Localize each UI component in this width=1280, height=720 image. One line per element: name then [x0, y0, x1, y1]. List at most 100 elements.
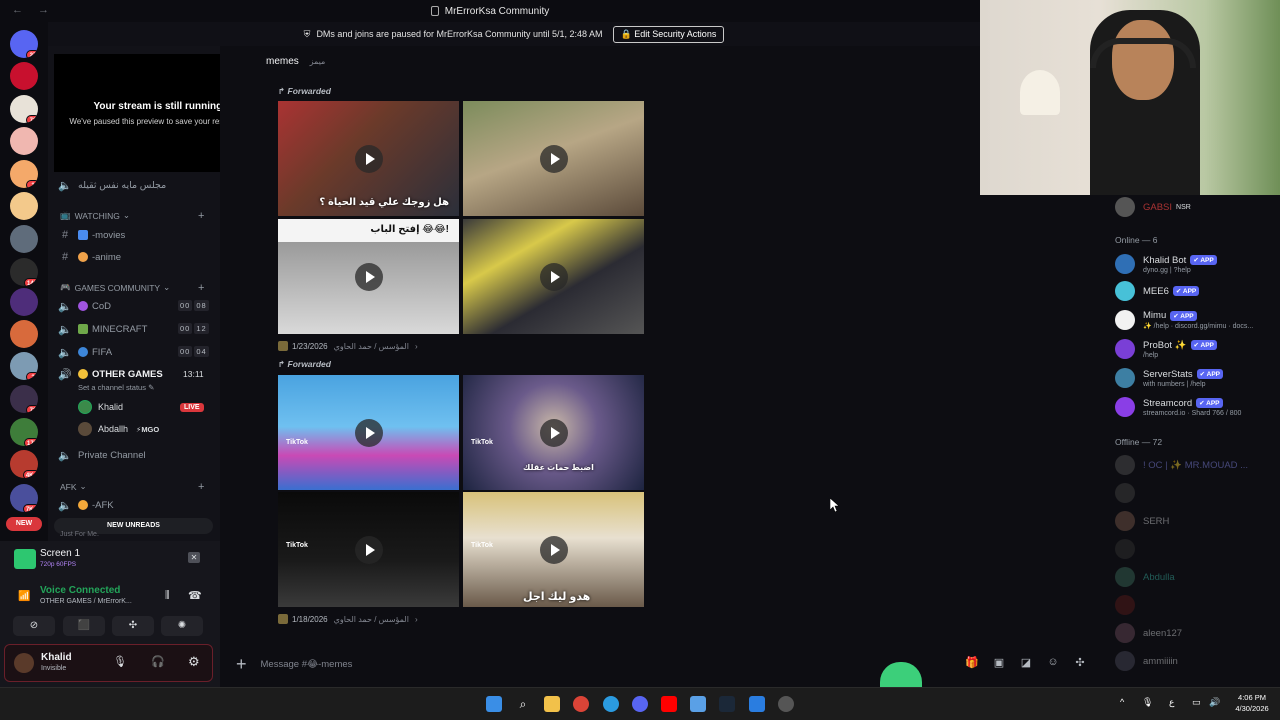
add-channel-icon[interactable]: + — [198, 481, 204, 493]
user-name[interactable]: Khalid — [41, 652, 72, 663]
video-attachment[interactable] — [463, 101, 644, 216]
nav-arrows-icon[interactable]: ← → — [12, 4, 55, 16]
microphone-icon[interactable]: 🎙 — [113, 655, 127, 668]
chrome-icon[interactable] — [573, 696, 589, 712]
member-offline[interactable]: aleen127 — [1115, 619, 1182, 647]
message-source[interactable]: المؤسس / حمد الحاوي — [334, 342, 409, 351]
member-online[interactable]: Khalid Bot ✔ APP dyno.gg | ?help — [1115, 250, 1217, 278]
activities-icon[interactable]: ✣ — [112, 616, 154, 636]
discord-home-icon[interactable]: 27 — [10, 30, 38, 58]
tray-mic-icon[interactable]: 🎙 — [1142, 697, 1153, 708]
discord-icon[interactable] — [632, 696, 648, 712]
text-channel-anime[interactable]: # -anime — [58, 248, 121, 266]
member-offline[interactable]: ammiiiin — [1115, 647, 1178, 675]
start-windows-icon[interactable] — [486, 696, 502, 712]
app-icon[interactable] — [749, 696, 765, 712]
voice-channel-majlis[interactable]: 🔈 مجلس مايه نفس ثقيله — [58, 176, 166, 194]
disconnect-icon[interactable]: ☎ — [188, 589, 202, 602]
play-icon[interactable] — [539, 418, 568, 447]
nba-server-icon[interactable] — [10, 62, 38, 90]
network-icon[interactable]: ▭ — [1192, 697, 1201, 708]
youtube-icon[interactable] — [661, 696, 677, 712]
category-games-community[interactable]: 🎮 GAMES COMMUNITY ⌄ + — [60, 282, 204, 294]
search-icon[interactable]: ⌕ — [515, 696, 531, 712]
play-icon[interactable] — [354, 262, 383, 291]
screen-share-toggle-icon[interactable]: ⬛ — [63, 616, 105, 636]
play-icon[interactable] — [539, 262, 568, 291]
voice-channel-name[interactable]: OTHER GAMES / MrErrorK... — [40, 598, 132, 605]
set-channel-status[interactable]: Set a channel status ✎ — [78, 383, 154, 392]
voice-channel-afk[interactable]: 🔈 -AFK — [58, 496, 114, 514]
category-watching[interactable]: 📺 WATCHING ⌄ + — [60, 210, 204, 222]
server-icon[interactable]: 73 — [10, 385, 38, 413]
member-online[interactable]: ServerStats ✔ APP with numbers | /help — [1115, 364, 1224, 392]
gift-icon[interactable]: 🎁 — [965, 656, 979, 670]
server-icon[interactable] — [10, 192, 38, 220]
message-source[interactable]: المؤسس / حمد الحاوي — [334, 615, 409, 624]
message-input[interactable]: Message #😂-memes — [261, 659, 353, 670]
video-attachment[interactable]: TikTok — [278, 375, 459, 490]
voice-user-abdallh[interactable]: Abdallh ⚡MGO — [78, 420, 159, 438]
voice-status[interactable]: Voice Connected — [40, 585, 120, 596]
play-icon[interactable] — [354, 535, 383, 564]
server-icon[interactable] — [10, 225, 38, 253]
video-attachment[interactable]: إفتح الباب 😂😂! — [278, 219, 459, 334]
member-offline[interactable]: ! OC | ✨ MR.MOUAD ... — [1115, 451, 1248, 479]
voice-channel-fifa[interactable]: 🔈 FIFA — [58, 343, 112, 361]
server-icon[interactable]: 7K+ — [10, 484, 38, 512]
video-attachment[interactable]: هل زوجك علي قيد الحياة ؟ — [278, 101, 459, 216]
tray-chevron-up-icon[interactable]: ^ — [1120, 697, 1124, 707]
steam-icon[interactable] — [719, 696, 735, 712]
language-indicator[interactable]: ع — [1169, 697, 1174, 708]
file-explorer-icon[interactable] — [544, 696, 560, 712]
video-attachment[interactable] — [463, 219, 644, 334]
play-icon[interactable] — [354, 418, 383, 447]
system-clock[interactable]: 4:06 PM 4/30/2026 — [1228, 692, 1276, 714]
member-offline[interactable]: SERH — [1115, 507, 1169, 535]
server-icon[interactable]: 2 — [10, 352, 38, 380]
server-icon[interactable] — [10, 320, 38, 348]
add-channel-icon[interactable]: + — [198, 282, 204, 294]
add-attachment-icon[interactable]: + — [236, 654, 247, 675]
video-attachment[interactable]: TikTok — [278, 492, 459, 607]
voice-channel-private[interactable]: 🔈 Private Channel — [58, 446, 145, 464]
member-gabsi[interactable]: GABSI NSR — [1115, 193, 1191, 221]
text-channel-movies[interactable]: # -movies — [58, 226, 125, 244]
member-offline[interactable]: Abdulla — [1115, 563, 1175, 591]
video-attachment[interactable]: TikTok هدو ليك اجل — [463, 492, 644, 607]
headphones-icon[interactable]: 🎧 — [151, 655, 165, 668]
server-icon[interactable]: 73 — [10, 95, 38, 123]
notepad-icon[interactable] — [690, 696, 706, 712]
noise-suppression-icon[interactable]: ⫼ — [165, 590, 170, 601]
server-icon[interactable] — [10, 127, 38, 155]
voice-channel-other-games[interactable]: 🔊 OTHER GAMES — [58, 365, 163, 383]
server-icon[interactable]: 1 — [10, 160, 38, 188]
avatar[interactable] — [14, 653, 34, 673]
play-icon[interactable] — [539, 535, 568, 564]
signal-icon[interactable]: 📶 — [18, 591, 30, 602]
message-composer[interactable]: + Message #😂-memes — [230, 650, 970, 678]
member-online[interactable]: ProBot ✨ ✔ APP/help — [1115, 335, 1217, 363]
edit-security-actions-button[interactable]: 🔒 Edit Security Actions — [612, 25, 725, 43]
member-online[interactable]: MEE6 ✔ APP — [1115, 277, 1200, 305]
category-afk[interactable]: AFK ⌄ + — [60, 481, 204, 493]
category-just-for-me[interactable]: Just For Me. — [60, 531, 99, 538]
member-online[interactable]: Streamcord ✔ APP streamcord.io · Shard 766… — [1115, 393, 1241, 421]
add-channel-icon[interactable]: + — [198, 210, 204, 222]
voice-channel-cod[interactable]: 🔈 CoD — [58, 297, 111, 315]
member-offline[interactable] — [1115, 479, 1143, 507]
server-icon[interactable]: 143 — [10, 258, 38, 286]
server-icon[interactable]: 170 — [10, 418, 38, 446]
server-icon[interactable]: 4K+ — [10, 450, 38, 478]
server-icon[interactable] — [10, 288, 38, 316]
member-online[interactable]: Mimu ✔ APP ✨ /help · discord.gg/mimu · doc… — [1115, 306, 1253, 334]
member-offline[interactable] — [1115, 535, 1143, 563]
voice-channel-minecraft[interactable]: 🔈 MINECRAFT — [58, 320, 147, 338]
camera-off-icon[interactable]: ⊘ — [13, 616, 55, 636]
soundboard-icon[interactable]: ✺ — [161, 616, 203, 636]
play-icon[interactable] — [539, 144, 568, 173]
play-icon[interactable] — [354, 144, 383, 173]
sticker-icon[interactable]: ◪ — [1019, 656, 1033, 670]
new-servers-pill[interactable]: NEW — [6, 517, 42, 531]
settings-app-icon[interactable] — [778, 696, 794, 712]
